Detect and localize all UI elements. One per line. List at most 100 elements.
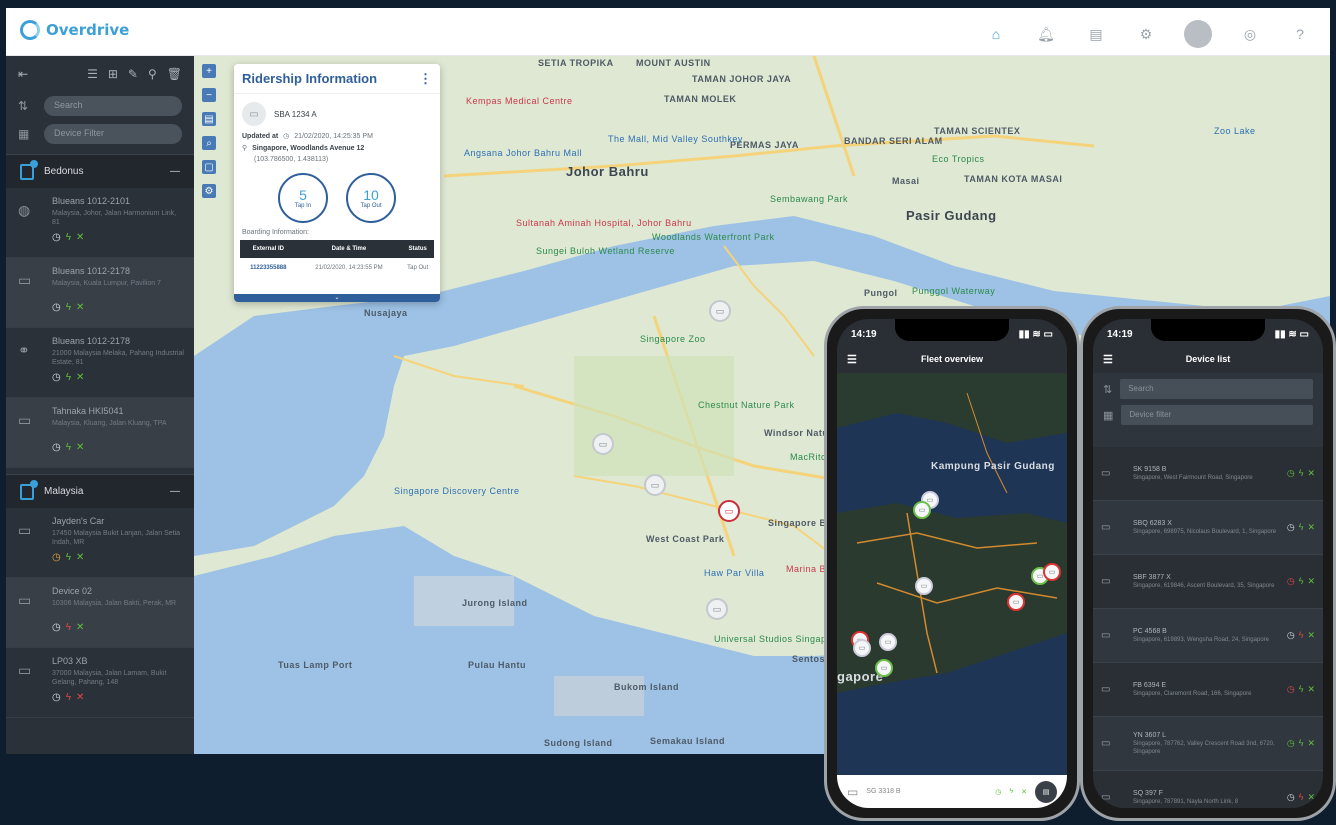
group-name: Malaysia (44, 486, 84, 497)
vehicle-item[interactable]: ▭ Jayden's Car 17450 Malaysia Bukit Lanj… (6, 508, 194, 578)
vehicle-item[interactable]: ◍ Blueans 1012-2101 Malaysia, Johor, Jal… (6, 188, 194, 258)
map-poi-label[interactable]: Sungei Buloh Wetland Reserve (536, 246, 675, 256)
vehicle-item[interactable]: ⚭ Blueans 1012-2178 21000 Malaysia Melak… (6, 328, 194, 398)
vehicle-marker[interactable]: ▭ (706, 598, 728, 620)
device-list-item[interactable]: ▭ SBQ 6283 X Singapore, 698975, Nicolaus … (1093, 501, 1323, 555)
map-poi-label[interactable]: Punggol Waterway (912, 286, 995, 296)
fullscreen-button[interactable]: ▢ (202, 160, 216, 174)
vehicle-item[interactable]: ▭ Blueans 1012-2178 Malaysia, Kuala Lump… (6, 258, 194, 328)
device-list-item[interactable]: ▭ YN 3607 L Singapore, 787762, Valley Cre… (1093, 717, 1323, 771)
external-id-link[interactable]: 11223355888 (240, 258, 297, 278)
plate-number: SG 3318 B (866, 788, 901, 795)
bell-icon[interactable]: 🔔︎ (1034, 22, 1058, 46)
filter-icon[interactable]: ▦ (18, 127, 34, 141)
vehicle-item[interactable]: ▭ Device 02 10306 Malaysia, Jalan Bakti,… (6, 578, 194, 648)
menu-icon[interactable]: ☰ (1103, 353, 1113, 366)
device-list-item[interactable]: ▭ PC 4568 B Singapore, 619893, Wengsha Ro… (1093, 609, 1323, 663)
zoom-out-button[interactable]: − (202, 88, 216, 102)
device-filter-input[interactable]: Device filter (1121, 405, 1313, 425)
device-plate: SQ 397 F (1133, 789, 1163, 797)
device-list-item[interactable]: ▭ FB 6394 E Singapore, Claremont Road, 16… (1093, 663, 1323, 717)
help-icon[interactable]: ? (1288, 22, 1312, 46)
ignition-icon: ◷ (995, 788, 1002, 796)
map-poi-label[interactable]: Singapore Discovery Centre (394, 486, 520, 496)
home-icon[interactable]: ⌂ (984, 22, 1008, 46)
vehicle-marker[interactable]: ▭ (709, 300, 731, 322)
vehicle-item[interactable]: ▭ LP03 XB 37000 Malaysia, Jalan Lamam, B… (6, 648, 194, 718)
vehicle-marker[interactable]: ▭ (879, 633, 897, 651)
vehicle-marker[interactable]: ▭ (592, 433, 614, 455)
map-poi-label[interactable]: Singapore Zoo (640, 334, 706, 344)
list-icon[interactable]: ☰ (87, 67, 98, 81)
group-icon (20, 479, 38, 500)
selected-vehicle-bar[interactable]: ▭ SG 3318 B ◷ ϟ ✕ ▤ (837, 775, 1067, 808)
vehicle-item[interactable]: ▭ Tahnaka HKI5041 Malaysia, Kluang, Jala… (6, 398, 194, 468)
map-poi-label[interactable]: Zoo Lake (1214, 126, 1256, 136)
car-icon: ▭ (1101, 630, 1111, 641)
filter-icon[interactable]: ▦ (1103, 409, 1113, 422)
search-input[interactable]: Search (44, 96, 182, 116)
list-button[interactable]: ▤ (1035, 780, 1057, 803)
group-header[interactable]: Malaysia — (6, 474, 194, 508)
vehicle-icon: ◍ (18, 202, 31, 218)
device-list-item[interactable]: ▭ SK 9158 B Singapore, West Fairmount Roa… (1093, 447, 1323, 501)
device-address: Singapore, 787891, Nayla North Link, 8 (1133, 798, 1239, 805)
brand-logo[interactable]: Overdrive (20, 20, 129, 40)
map-poi-label[interactable]: Eco Tropics (932, 154, 985, 164)
vehicle-marker[interactable]: ▭ (1043, 563, 1061, 581)
map-poi-label[interactable]: Haw Par Villa (704, 568, 764, 578)
vehicle-marker[interactable]: ▭ (1007, 593, 1025, 611)
search-input[interactable]: Search (1120, 379, 1313, 399)
zoom-in-button[interactable]: + (202, 64, 216, 78)
car-icon[interactable]: ◎ (1238, 22, 1262, 46)
vehicle-marker[interactable]: ▭ (875, 659, 893, 677)
status-icon: ϟ (1298, 684, 1304, 694)
device-list-item[interactable]: ▭ SQ 397 F Singapore, 787891, Nayla North… (1093, 771, 1323, 808)
map-poi-label[interactable]: Universal Studios Singapore (714, 634, 841, 644)
map-poi-label[interactable]: Kempas Medical Centre (466, 96, 573, 106)
collapse-chevron-icon[interactable]: — (170, 486, 180, 497)
settings-icon[interactable]: ⚙ (1134, 22, 1158, 46)
search-map-button[interactable]: ⌕ (202, 136, 216, 150)
map-poi-label[interactable]: The Mall, Mid Valley Southkey (608, 134, 743, 144)
vehicle-marker[interactable]: ▭ (913, 501, 931, 519)
location-text: Singapore, Woodlands Avenue 12 (252, 144, 365, 152)
device-list-item[interactable]: ▭ SBF 3877 X Singapore, 619846, Ascent Bo… (1093, 555, 1323, 609)
map-poi-label[interactable]: Woodlands Waterfront Park (652, 232, 775, 242)
col-date-time: Date & Time (296, 240, 402, 258)
expand-chevron-icon[interactable]: ⌄ (234, 294, 440, 302)
avatar[interactable] (1184, 20, 1212, 48)
dark-map[interactable]: Kampung Pasir Gudang gapore ▭ ▭ ▭ ▭ ▭ ▭ … (837, 373, 1067, 775)
vehicle-marker[interactable]: ▭ (853, 639, 871, 657)
status-icon: ✕ (76, 232, 85, 243)
map-poi-label[interactable]: Chestnut Nature Park (698, 400, 795, 410)
updated-label: Updated at (242, 132, 279, 140)
boarding-label: Boarding Information: (242, 229, 309, 236)
sort-icon[interactable]: ⇅ (18, 99, 34, 113)
collapse-icon[interactable]: ⇤ (18, 67, 28, 81)
vehicle-marker-alert[interactable]: ▭ (718, 500, 740, 522)
phone-time: 14:19 (851, 329, 877, 340)
group-header[interactable]: Bedonus — (6, 154, 194, 188)
device-address: Singapore, 619893, Wengsha Road, 24, Sin… (1133, 636, 1269, 643)
layers-button[interactable]: ▤ (202, 112, 216, 126)
status-icon: ◷ (1286, 684, 1295, 694)
vehicle-address: 17450 Malaysia Bukit Lanjan, Jalan Setia… (52, 530, 181, 546)
more-options-icon[interactable]: ⋮ (419, 71, 432, 87)
collapse-chevron-icon[interactable]: — (170, 166, 180, 177)
document-icon[interactable]: ▤ (1084, 22, 1108, 46)
menu-icon[interactable]: ☰ (847, 353, 857, 366)
sort-icon[interactable]: ⇅ (1103, 383, 1112, 396)
vehicle-marker[interactable]: ▭ (644, 474, 666, 496)
settings-map-button[interactable]: ⚙ (202, 184, 216, 198)
edit-icon[interactable]: ✎ (128, 67, 138, 81)
grid-icon[interactable]: ⊞ (108, 67, 118, 81)
device-address: Singapore, Claremont Road, 166, Singapor… (1133, 690, 1252, 697)
map-poi-label[interactable]: Sembawang Park (770, 194, 848, 204)
device-filter-input[interactable]: Device Filter (44, 124, 182, 144)
trash-icon[interactable]: 🗑︎ (167, 67, 182, 81)
map-poi-label[interactable]: Sultanah Aminah Hospital, Johor Bahru (516, 218, 692, 228)
map-poi-label[interactable]: Angsana Johor Bahru Mall (464, 148, 582, 158)
pin-icon[interactable]: ⚲ (148, 67, 157, 81)
vehicle-marker[interactable]: ▭ (915, 577, 933, 595)
